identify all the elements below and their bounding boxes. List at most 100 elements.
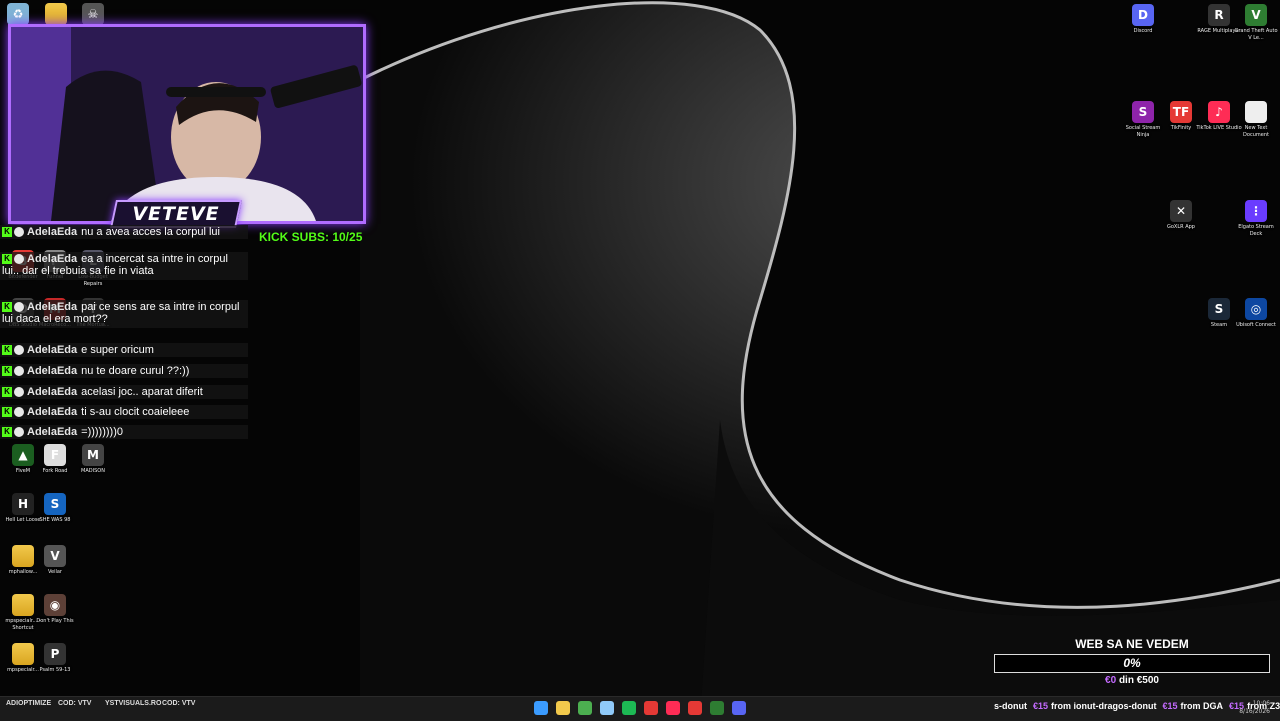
sponsor-label: YSTVISUALS.RO xyxy=(105,700,162,707)
donation-goal: WEB SA NE VEDEM 0% €0 din €500 xyxy=(994,637,1270,686)
kick-badge-icon: K xyxy=(2,302,12,313)
ticker-text: from DGA xyxy=(1180,701,1224,711)
desktop-icon-label: Ubisoft Connect xyxy=(1236,322,1276,328)
goal-percent: 0% xyxy=(1123,656,1141,670)
veilar-icon: V xyxy=(44,545,66,567)
chat-username: AdelaEda xyxy=(27,386,78,398)
chat-username: AdelaEda xyxy=(27,365,78,377)
kick-badge-icon: K xyxy=(2,254,12,265)
chat-message: K AdelaEda pai ce sens are sa intre in cor… xyxy=(0,300,248,328)
chat-username: AdelaEda xyxy=(27,253,78,265)
ubisoft-connect-icon: ◎ xyxy=(1245,298,1267,320)
new-text-document-icon xyxy=(1245,101,1267,123)
desktop-icon-elgato-stream-deck[interactable]: ⋮ Elgato Stream Deck xyxy=(1233,200,1279,238)
desktop-icon-label: Don't Play This xyxy=(36,618,74,624)
avatar xyxy=(14,345,24,356)
sponsor-label: ADIOPTIMIZE xyxy=(6,700,52,707)
tikfinity-icon: TF xyxy=(1170,101,1192,123)
chat-username: AdelaEda xyxy=(27,344,78,356)
donation-ticker: s-donut €15 from ionut-dragos-donut €15 from… xyxy=(985,701,1280,711)
desktop-icon-don-t-play-this[interactable]: ◉ Don't Play This xyxy=(32,594,78,625)
desktop-icon-label: MADISON xyxy=(81,468,105,474)
avatar xyxy=(14,254,24,265)
streamer-name-plate: VETEVE xyxy=(110,200,242,228)
social-stream-ninja-icon: S xyxy=(1132,101,1154,123)
avatar xyxy=(14,302,24,313)
ticker-text: from ionut-dragos-donut xyxy=(1051,701,1157,711)
windows-start-icon[interactable] xyxy=(534,701,548,715)
goal-title: WEB SA NE VEDEM xyxy=(1075,637,1189,651)
psalm-59-13-icon: P xyxy=(44,643,66,665)
taskbar: ADIOPTIMIZE COD: VTV YSTVISUALS.RO COD: VTV… xyxy=(0,696,1280,721)
chat-message: K AdelaEda nu te doare curul ??:)) xyxy=(0,364,248,378)
chrome-icon[interactable] xyxy=(578,701,592,715)
social-stream-icon[interactable] xyxy=(644,701,658,715)
discord-icon: D xyxy=(1132,4,1154,26)
desktop-icon-label: Discord xyxy=(1133,28,1153,34)
rage-multiplayer-icon: R xyxy=(1208,4,1230,26)
desktop-icon-label: Psalm 59-13 xyxy=(39,667,71,673)
desktop-icon-discord[interactable]: D Discord xyxy=(1120,4,1166,35)
goal-amounts: €0 din €500 xyxy=(994,675,1270,686)
desktop-icon-label: Elgato Stream Deck xyxy=(1238,224,1274,237)
desktop-icon-goxlr-app[interactable]: ✕ GoXLR App xyxy=(1158,200,1204,231)
ticker-amount: €15 xyxy=(1033,701,1049,711)
desktop-icon-she-was-98[interactable]: S SHE WAS 98 xyxy=(32,493,78,524)
webcam-overlay xyxy=(8,24,366,224)
hell-let-loose-icon: H xyxy=(12,493,34,515)
kick-badge-icon: K xyxy=(2,345,12,356)
clock-time: 10:06 xyxy=(1252,700,1270,707)
desktop-icon-psalm-59-13[interactable]: P Psalm 59-13 xyxy=(32,643,78,674)
fork-road-icon: F xyxy=(44,444,66,466)
chat-text: ti s-au clocit coaieleee xyxy=(81,406,190,418)
sponsor-badge: COD: VTV xyxy=(162,699,195,717)
ticker-amount: €15 xyxy=(1162,701,1178,711)
desktop-icon-ubisoft-connect[interactable]: ◎ Ubisoft Connect xyxy=(1233,298,1279,329)
discord-icon[interactable] xyxy=(732,701,746,715)
avatar xyxy=(14,366,24,377)
chat-message: K AdelaEda acelasi joc.. aparat diferit xyxy=(0,385,248,399)
avatar xyxy=(14,227,24,238)
kick-badge-icon: K xyxy=(2,427,12,438)
chat-text: nu te doare curul ??:)) xyxy=(81,365,190,377)
avatar xyxy=(14,407,24,418)
sponsor-badge: ADIOPTIMIZE xyxy=(6,699,51,717)
she-was-98-icon: S xyxy=(44,493,66,515)
chat-username: AdelaEda xyxy=(27,426,78,438)
file-explorer-icon[interactable] xyxy=(556,701,570,715)
ticker-text: s-donut xyxy=(994,701,1027,711)
tiktok-live-studio-icon: ♪ xyxy=(1208,101,1230,123)
chat-text: =))))))))0 xyxy=(81,426,123,438)
desktop-icon-madison[interactable]: M MADISON xyxy=(70,444,116,475)
kick-badge-icon: K xyxy=(2,407,12,418)
avatar xyxy=(14,387,24,398)
kick-badge-icon: K xyxy=(2,227,12,238)
chat-message: K AdelaEda =))))))))0 xyxy=(0,425,248,439)
desktop-icon-grand-theft-auto-v-le[interactable]: V Grand Theft Auto V Le... xyxy=(1233,4,1279,42)
system-clock[interactable]: 10:06 8/16/2026 xyxy=(1239,700,1270,716)
steam-icon: S xyxy=(1208,298,1230,320)
chat-username: AdelaEda xyxy=(27,406,78,418)
chat-text: nu a avea acces la corpul lui xyxy=(81,226,220,238)
goal-raised: €0 xyxy=(1105,675,1117,686)
chat-message: K AdelaEda ea a incercat sa intre in corpu… xyxy=(0,252,248,280)
avatar xyxy=(14,427,24,438)
chat-text: acelasi joc.. aparat diferit xyxy=(81,386,203,398)
desktop-icon-label: New Text Document xyxy=(1243,125,1269,138)
sponsor-badge: COD: VTV xyxy=(58,699,91,717)
streamer-webcam-feed xyxy=(11,27,363,221)
kick-badge-icon: K xyxy=(2,366,12,377)
spotify-icon[interactable] xyxy=(622,701,636,715)
goal-progress-bar: 0% xyxy=(994,654,1270,673)
desktop-icon-label: GoXLR App xyxy=(1167,224,1195,230)
sponsor-label: COD: VTV xyxy=(162,700,196,707)
desktop-icon-new-text-document[interactable]: New Text Document xyxy=(1233,101,1279,139)
anchor-app-icon[interactable] xyxy=(600,701,614,715)
spreadsheet-icon[interactable] xyxy=(710,701,724,715)
desktop-icon-veilar[interactable]: V Veilar xyxy=(32,545,78,576)
chat-username: AdelaEda xyxy=(27,301,78,313)
tiktok-studio-icon[interactable] xyxy=(666,701,680,715)
chat-message: K AdelaEda ti s-au clocit coaieleee xyxy=(0,405,248,419)
tikfinity-icon[interactable] xyxy=(688,701,702,715)
kick-badge-icon: K xyxy=(2,387,12,398)
